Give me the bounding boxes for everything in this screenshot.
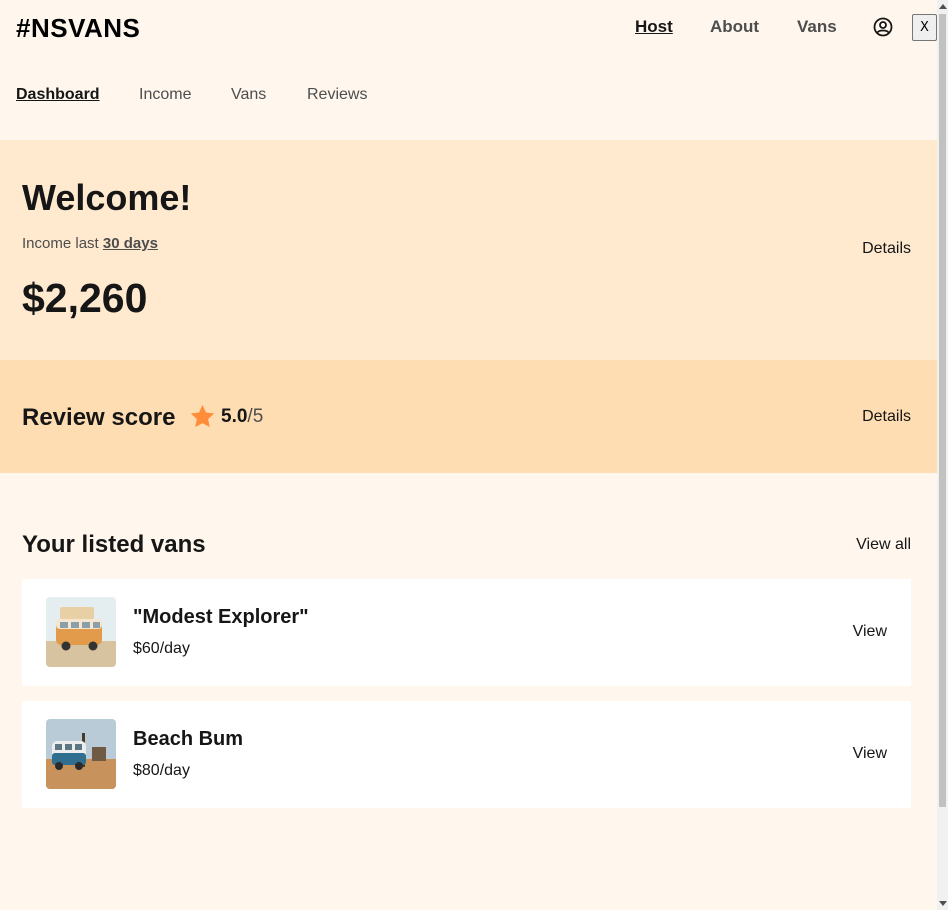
van-thumbnail [46, 719, 116, 789]
van-card[interactable]: "Modest Explorer" $60/day View [22, 579, 911, 686]
user-circle-icon[interactable] [873, 17, 893, 37]
nav-link-vans[interactable]: Vans [797, 17, 837, 37]
listed-vans-title: Your listed vans [22, 531, 206, 558]
van-price: $80/day [133, 762, 190, 779]
host-nav: Dashboard Income Vans Reviews [0, 86, 937, 108]
page: #NSVANS Host About Vans X Dashboard Inco… [0, 0, 937, 910]
van-thumbnail [46, 597, 116, 667]
review-score: 5.0/5 [221, 406, 263, 428]
income-period-text: Income last 30 days [22, 235, 158, 252]
van-view-link[interactable]: View [853, 745, 887, 763]
welcome-title: Welcome! [22, 177, 192, 218]
van-view-link[interactable]: View [853, 623, 887, 641]
main-nav: Host About Vans [0, 17, 937, 39]
site-header: #NSVANS Host About Vans X [0, 0, 937, 56]
nav-link-host[interactable]: Host [635, 17, 673, 37]
review-score-max: /5 [247, 406, 264, 427]
host-nav-income[interactable]: Income [139, 86, 191, 104]
view-all-link[interactable]: View all [856, 536, 911, 554]
star-icon [189, 403, 216, 430]
income-prefix: Income last [22, 235, 103, 252]
review-details-link[interactable]: Details [862, 408, 911, 426]
scrollbar-thumb[interactable] [939, 14, 946, 807]
income-details-link[interactable]: Details [862, 240, 911, 258]
review-section: Review score 5.0/5 Details [0, 360, 937, 473]
review-score-value: 5.0 [221, 406, 248, 427]
host-nav-vans[interactable]: Vans [231, 86, 266, 104]
van-card[interactable]: Beach Bum $80/day View [22, 701, 911, 808]
scroll-down-arrow-icon[interactable] [939, 901, 947, 906]
host-nav-dashboard[interactable]: Dashboard [16, 86, 100, 104]
review-title: Review score [22, 404, 176, 431]
scroll-up-arrow-icon[interactable] [939, 4, 947, 9]
host-nav-reviews[interactable]: Reviews [307, 86, 367, 104]
income-period-link[interactable]: 30 days [103, 235, 158, 252]
van-name: "Modest Explorer" [133, 606, 309, 628]
van-price: $60/day [133, 640, 190, 657]
close-button[interactable]: X [912, 14, 937, 41]
income-amount: $2,260 [22, 275, 148, 321]
nav-link-about[interactable]: About [710, 17, 759, 37]
vertical-scrollbar[interactable] [937, 0, 948, 910]
van-name: Beach Bum [133, 728, 244, 750]
income-section: Welcome! Income last 30 days $2,260 Deta… [0, 140, 937, 360]
